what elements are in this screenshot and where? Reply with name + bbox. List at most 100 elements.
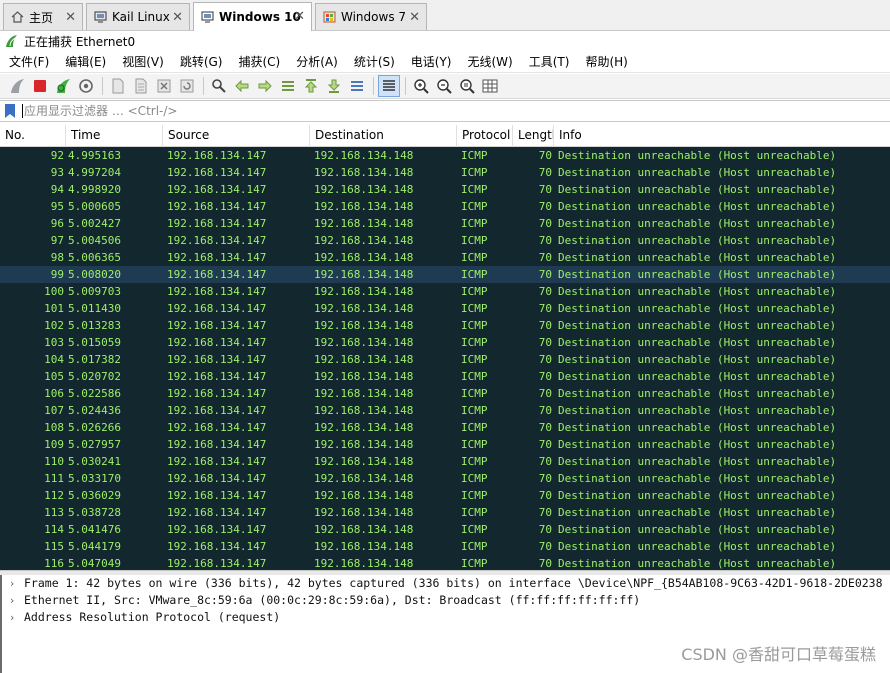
packet-list[interactable]: No. Time Source Destination Protocol Len… (0, 125, 890, 570)
menu-capture[interactable]: 捕获(C) (230, 51, 288, 73)
packet-row[interactable]: 99 5.008020 192.168.134.147 192.168.134.148… (0, 266, 890, 283)
packet-row[interactable]: 108 5.026266 192.168.134.147 192.168.134.14… (0, 419, 890, 436)
stop-capture-icon[interactable] (29, 75, 51, 97)
menu-view[interactable]: 视图(V) (114, 51, 172, 73)
close-icon[interactable]: ✕ (409, 10, 420, 25)
expand-arrow-icon[interactable]: › (10, 609, 24, 626)
packet-row[interactable]: 114 5.041476 192.168.134.147 192.168.134.14… (0, 521, 890, 538)
colorize-icon[interactable] (378, 75, 400, 97)
menu-telephony[interactable]: 电话(Y) (403, 51, 460, 73)
packet-row[interactable]: 95 5.000605 192.168.134.147 192.168.134.148… (0, 198, 890, 215)
cell-protocol: ICMP (461, 268, 488, 281)
close-icon[interactable]: ✕ (172, 10, 183, 25)
save-file-icon[interactable] (130, 75, 152, 97)
vm-tab-home[interactable]: 主页 ✕ (3, 3, 83, 30)
expand-arrow-icon[interactable]: › (10, 592, 24, 609)
close-file-icon[interactable] (153, 75, 175, 97)
packet-row[interactable]: 92 4.995163 192.168.134.147 192.168.134.148… (0, 147, 890, 164)
reload-file-icon[interactable] (176, 75, 198, 97)
go-to-packet-icon[interactable] (277, 75, 299, 97)
zoom-in-icon[interactable] (410, 75, 432, 97)
cell-source: 192.168.134.147 (167, 472, 267, 485)
menu-tools[interactable]: 工具(T) (521, 51, 578, 73)
packet-row[interactable]: 111 5.033170 192.168.134.147 192.168.134.14… (0, 470, 890, 487)
cell-length: 70 (538, 421, 552, 434)
cell-protocol: ICMP (461, 438, 488, 451)
packet-row[interactable]: 105 5.020702 192.168.134.147 192.168.134.14… (0, 368, 890, 385)
menu-go[interactable]: 跳转(G) (172, 51, 231, 73)
packet-row[interactable]: 96 5.002427 192.168.134.147 192.168.134.148… (0, 215, 890, 232)
capture-options-icon[interactable] (75, 75, 97, 97)
zoom-out-icon[interactable] (433, 75, 455, 97)
packet-row[interactable]: 93 4.997204 192.168.134.147 192.168.134.148… (0, 164, 890, 181)
go-back-icon[interactable] (231, 75, 253, 97)
packet-row[interactable]: 104 5.017382 192.168.134.147 192.168.134.14… (0, 351, 890, 368)
packet-row[interactable]: 107 5.024436 192.168.134.147 192.168.134.14… (0, 402, 890, 419)
last-packet-icon[interactable] (323, 75, 345, 97)
packet-row[interactable]: 110 5.030241 192.168.134.147 192.168.134.14… (0, 453, 890, 470)
column-header-protocol[interactable]: Protocol (457, 125, 513, 147)
detail-row-frame[interactable]: › Frame 1: 42 bytes on wire (336 bits), 4… (2, 575, 890, 592)
packet-row[interactable]: 102 5.013283 192.168.134.147 192.168.134.14… (0, 317, 890, 334)
go-forward-icon[interactable] (254, 75, 276, 97)
toolbar-separator (102, 77, 103, 95)
restart-capture-icon[interactable] (52, 75, 74, 97)
cell-no: 111 (44, 472, 64, 485)
menu-file[interactable]: 文件(F) (0, 51, 57, 73)
cell-protocol: ICMP (461, 251, 488, 264)
column-header-no[interactable]: No. (0, 125, 66, 147)
menu-edit[interactable]: 编辑(E) (57, 51, 114, 73)
packet-row[interactable]: 94 4.998920 192.168.134.147 192.168.134.148… (0, 181, 890, 198)
vm-tab-kali-linux[interactable]: Kail Linux ✕ (86, 3, 190, 30)
vm-tab-windows-10[interactable]: Windows 10 ✕ (193, 2, 312, 31)
packet-row[interactable]: 109 5.027957 192.168.134.147 192.168.134.14… (0, 436, 890, 453)
packet-row[interactable]: 113 5.038728 192.168.134.147 192.168.134.14… (0, 504, 890, 521)
find-packet-icon[interactable] (208, 75, 230, 97)
close-icon[interactable]: ✕ (65, 10, 76, 25)
cell-source: 192.168.134.147 (167, 251, 267, 264)
autoscroll-icon[interactable] (346, 75, 368, 97)
cell-length: 70 (538, 370, 552, 383)
close-icon[interactable]: ✕ (294, 9, 305, 24)
resize-columns-icon[interactable] (479, 75, 501, 97)
start-capture-icon[interactable] (6, 75, 28, 97)
column-header-time[interactable]: Time (66, 125, 163, 147)
display-filter-input[interactable] (24, 104, 424, 118)
column-header-destination[interactable]: Destination (310, 125, 457, 147)
detail-row-ethernet[interactable]: › Ethernet II, Src: VMware_8c:59:6a (00:0… (2, 592, 890, 609)
column-header-source[interactable]: Source (163, 125, 310, 147)
open-file-icon[interactable] (107, 75, 129, 97)
bookmark-icon[interactable] (4, 103, 18, 119)
cell-source: 192.168.134.147 (167, 438, 267, 451)
packet-row[interactable]: 97 5.004506 192.168.134.147 192.168.134.148… (0, 232, 890, 249)
cell-protocol: ICMP (461, 302, 488, 315)
detail-row-arp[interactable]: › Address Resolution Protocol (request) (2, 609, 890, 626)
packet-row[interactable]: 103 5.015059 192.168.134.147 192.168.134.14… (0, 334, 890, 351)
cell-length: 70 (538, 302, 552, 315)
column-header-length[interactable]: Length (513, 125, 554, 147)
packet-row[interactable]: 115 5.044179 192.168.134.147 192.168.134.14… (0, 538, 890, 555)
menu-wireless[interactable]: 无线(W) (460, 51, 521, 73)
column-header-info[interactable]: Info (554, 125, 890, 147)
menu-help[interactable]: 帮助(H) (577, 51, 635, 73)
packet-row[interactable]: 101 5.011430 192.168.134.147 192.168.134.14… (0, 300, 890, 317)
cell-info: Destination unreachable (Host unreachabl… (558, 302, 837, 315)
cell-time: 5.027957 (68, 438, 121, 451)
menu-analyze[interactable]: 分析(A) (288, 51, 346, 73)
cell-source: 192.168.134.147 (167, 268, 267, 281)
expand-arrow-icon[interactable]: › (10, 575, 24, 592)
packet-row[interactable]: 116 5.047049 192.168.134.147 192.168.134.14… (0, 555, 890, 570)
menu-statistics[interactable]: 统计(S) (346, 51, 403, 73)
vm-tab-windows-7[interactable]: Windows 7 ✕ (315, 3, 427, 30)
packet-row[interactable]: 98 5.006365 192.168.134.147 192.168.134.148… (0, 249, 890, 266)
first-packet-icon[interactable] (300, 75, 322, 97)
packet-row[interactable]: 112 5.036029 192.168.134.147 192.168.134.14… (0, 487, 890, 504)
cell-no: 106 (44, 387, 64, 400)
cell-time: 5.030241 (68, 455, 121, 468)
zoom-normal-icon[interactable] (456, 75, 478, 97)
cell-info: Destination unreachable (Host unreachabl… (558, 251, 837, 264)
packet-row[interactable]: 106 5.022586 192.168.134.147 192.168.134.14… (0, 385, 890, 402)
vm-tab-label: Kail Linux (112, 10, 170, 24)
cell-info: Destination unreachable (Host unreachabl… (558, 472, 837, 485)
packet-row[interactable]: 100 5.009703 192.168.134.147 192.168.134.14… (0, 283, 890, 300)
